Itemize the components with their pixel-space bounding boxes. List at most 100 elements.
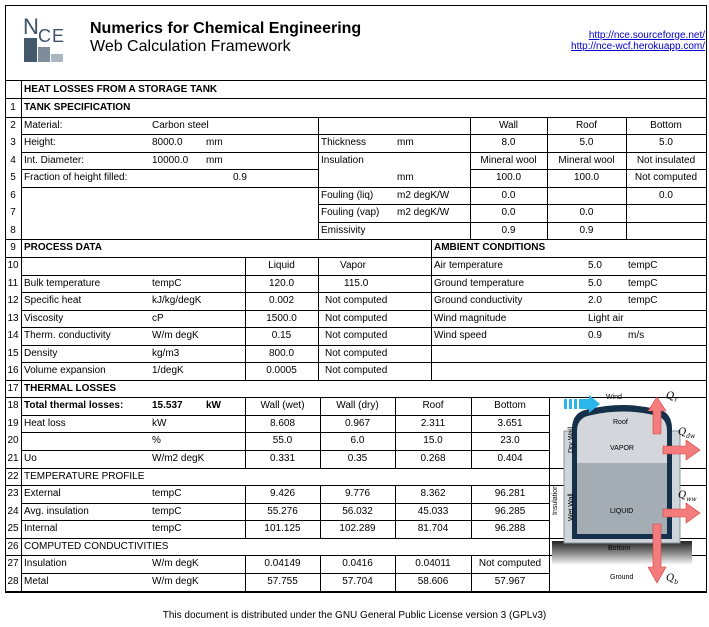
row-number: 28 [7, 576, 19, 587]
material-value: Carbon steel [152, 120, 209, 131]
grid-line [318, 257, 319, 381]
spec-value: Not computed [634, 172, 698, 183]
spec-value: 0.9 [501, 225, 516, 236]
spec-value: 5.0 [659, 137, 673, 148]
ambient-unit: tempC [628, 295, 658, 306]
temperature-row-unit: tempC [152, 488, 182, 499]
spec-row-unit: mm [397, 137, 414, 148]
nce-logo-icon: N C E [23, 14, 64, 62]
app-title: Numerics for Chemical Engineering [90, 20, 362, 37]
dry-wall-label: Dry Wall [568, 426, 575, 453]
process-row-unit: tempC [152, 278, 182, 289]
process-row-unit: kJ/kg/degK [152, 295, 202, 306]
ambient-value: 2.0 [588, 295, 602, 306]
thermal-value: 2.311 [420, 418, 446, 429]
process-value: Not computed [325, 330, 388, 341]
ambient-unit: tempC [628, 260, 658, 271]
temperature-row-label: Avg. insulation [24, 506, 89, 517]
svg-text:E: E [52, 26, 64, 46]
roof-label: Roof [613, 419, 628, 426]
spec-row-label: Fouling (liq) [321, 190, 374, 201]
temperature-row-unit: tempC [152, 506, 182, 517]
ambient-row-label: Ground temperature [434, 278, 525, 289]
wet-wall-label: Wet Wall [568, 493, 575, 521]
column-header: Wall [498, 120, 519, 131]
process-row-label: Density [24, 348, 58, 359]
ambient-unit: tempC [628, 278, 658, 289]
row-number: 18 [7, 400, 19, 411]
grid-line [431, 257, 432, 381]
row-number: 17 [7, 383, 19, 394]
row-number: 10 [7, 260, 19, 271]
process-data-heading: PROCESS DATA [24, 242, 102, 253]
spec-row-unit: m2 degK/W [397, 207, 450, 218]
q-bottom-label: Qb [666, 573, 679, 586]
q-wet-wall-label: Qww [678, 490, 697, 503]
spec-row-label: Emissivity [321, 225, 366, 236]
diameter-value: 10000.0 [152, 155, 189, 166]
column-header: Bottom [650, 120, 682, 131]
spec-value: Mineral wool [558, 155, 615, 166]
thermal-value: 0.35 [347, 453, 368, 464]
process-value: Not computed [325, 348, 388, 359]
temperature-row-label: External [24, 488, 61, 499]
total-losses-label: Total thermal losses: [24, 400, 124, 411]
grid-line [431, 362, 707, 363]
temperature-value: 96.285 [494, 506, 526, 517]
liquid-region [577, 463, 667, 534]
total-losses-value: 15.537 [152, 400, 183, 411]
diameter-label: Int. Diameter: [24, 155, 85, 166]
row-number: 7 [10, 207, 16, 218]
process-value: 120.0 [268, 278, 295, 289]
temperature-value: 8.362 [420, 488, 446, 499]
process-row-label: Bulk temperature [24, 278, 101, 289]
grid-line [431, 345, 707, 346]
document-title: HEAT LOSSES FROM A STORAGE TANK [24, 84, 218, 95]
spec-row-label: Insulation [321, 155, 364, 166]
thermal-value: 8.608 [269, 418, 296, 429]
ambient-value: 0.9 [588, 330, 602, 341]
process-row-label: Specific heat [24, 295, 82, 306]
grid-line [5, 591, 707, 592]
row-number: 1 [10, 102, 16, 113]
row-number: 9 [10, 242, 16, 253]
conductivity-value: 57.704 [342, 576, 373, 587]
grid-line [21, 80, 22, 592]
temperature-value: 101.125 [264, 523, 301, 534]
thermal-row-unit: kW [152, 418, 167, 429]
conductivity-row-label: Insulation [24, 558, 67, 569]
spec-row-unit: m2 degK/W [397, 190, 450, 201]
ambient-heading: AMBIENT CONDITIONS [434, 242, 546, 253]
process-value: 1500.0 [266, 313, 297, 324]
process-row-label: Volume expansion [24, 365, 106, 376]
row-number: 12 [7, 295, 19, 306]
spec-value: 5.0 [579, 137, 594, 148]
ambient-value: 5.0 [588, 260, 602, 271]
row-number: 15 [7, 348, 19, 359]
column-header: Wall (dry) [336, 400, 379, 411]
spec-value: 0.0 [501, 207, 516, 218]
temperature-value: 81.704 [417, 523, 449, 534]
thermal-value: 0.331 [269, 453, 296, 464]
ambient-value: Light air [588, 313, 624, 324]
conductivity-value: 57.755 [267, 576, 298, 587]
column-header: Bottom [494, 400, 526, 411]
process-value: Not computed [325, 313, 388, 324]
herokuapp-link[interactable]: http://nce-wcf.herokuapp.com/ [571, 41, 705, 52]
temperature-value: 102.289 [339, 523, 376, 534]
nce-logo: N C E [23, 14, 73, 64]
spec-value [547, 187, 626, 204]
ground-label: Ground [610, 574, 634, 581]
row-number: 5 [10, 172, 16, 183]
q-dry-wall-label: Qdw [678, 427, 696, 440]
spec-value [626, 222, 706, 239]
thermal-value: 23.0 [500, 435, 520, 446]
temperature-value: 96.288 [494, 523, 526, 534]
thermal-value: 55.0 [272, 435, 293, 446]
process-value: 800.0 [268, 348, 295, 359]
sourceforge-link[interactable]: http://nce.sourceforge.net/ [589, 30, 705, 41]
thermal-row-unit: % [152, 435, 161, 446]
thermal-row-unit: W/m2 degK [152, 453, 205, 464]
tank-spec-heading: TANK SPECIFICATION [24, 102, 131, 113]
row-number: 20 [7, 435, 19, 446]
